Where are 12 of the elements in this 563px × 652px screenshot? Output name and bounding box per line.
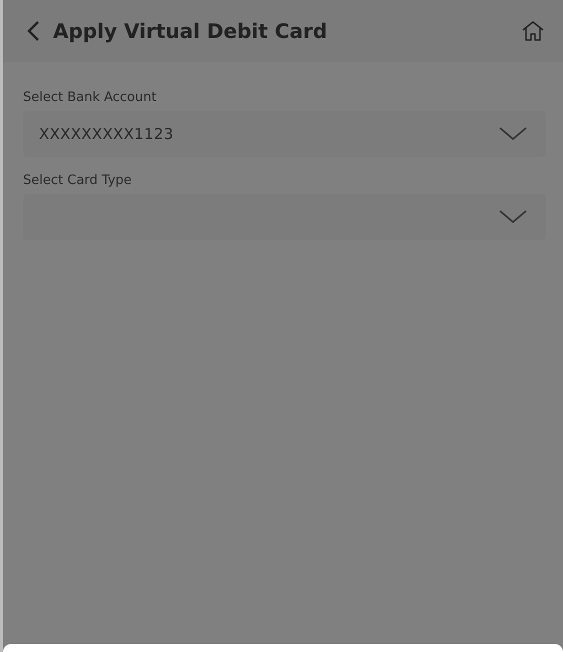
field-label: Select Bank Account bbox=[23, 90, 158, 105]
field-label: Select Card Type bbox=[23, 173, 133, 188]
home-icon bbox=[521, 20, 545, 42]
back-chevron-icon bbox=[25, 19, 41, 43]
chevron-down-icon bbox=[498, 209, 528, 225]
chevron-down-icon bbox=[498, 126, 528, 142]
home-button[interactable] bbox=[521, 20, 545, 42]
back-button[interactable] bbox=[25, 19, 41, 43]
dropdown-field[interactable] bbox=[23, 194, 546, 240]
page-title: Apply Virtual Debit Card bbox=[53, 19, 328, 43]
dropdown-value: XXXXXXXXX1123 bbox=[39, 125, 175, 143]
dropdown-field[interactable]: XXXXXXXXX1123 bbox=[23, 111, 546, 157]
